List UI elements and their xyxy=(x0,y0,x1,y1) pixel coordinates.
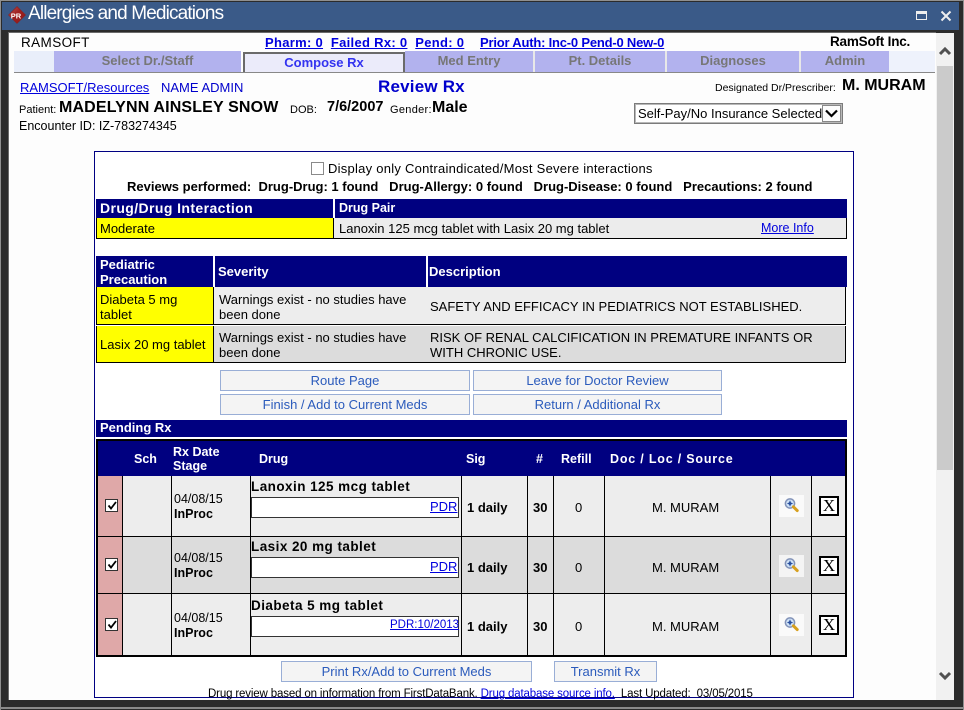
svg-text:PR: PR xyxy=(11,12,22,21)
